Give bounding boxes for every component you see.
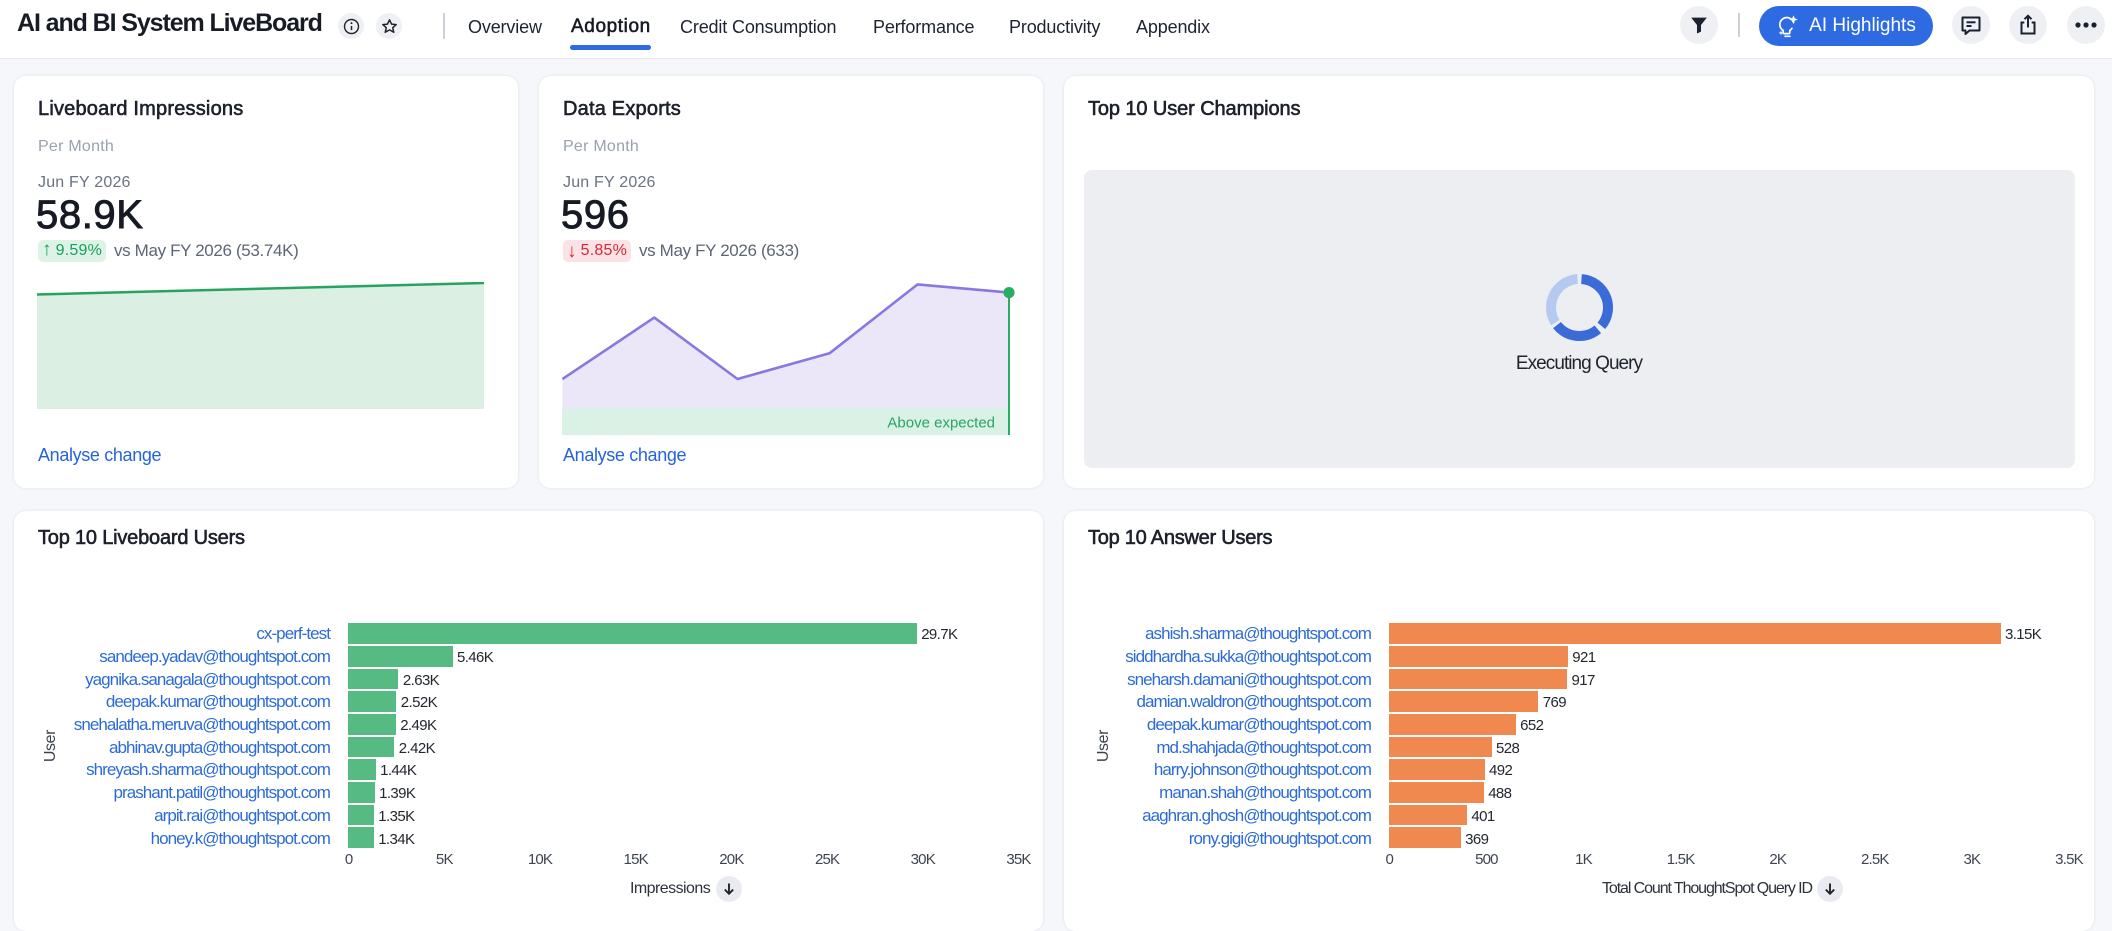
svg-text:Above expected: Above expected [887,415,995,432]
